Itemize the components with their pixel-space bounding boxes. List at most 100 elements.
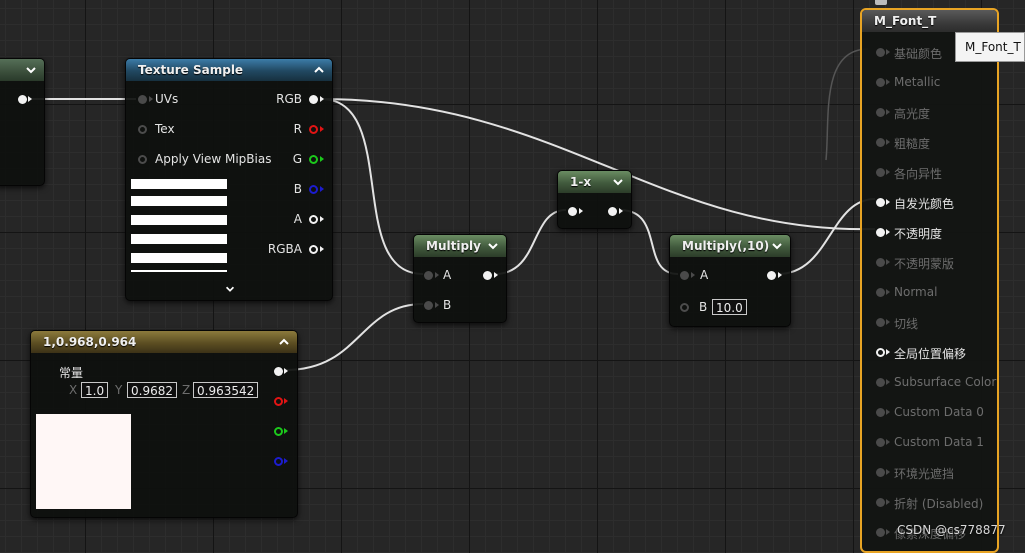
material-input-pin[interactable] bbox=[876, 108, 885, 117]
material-input-label: 切线 bbox=[894, 317, 919, 331]
header-anchor-icon bbox=[875, 0, 887, 5]
chevron-down-icon[interactable] bbox=[611, 175, 625, 189]
material-input-pin-arrow bbox=[886, 529, 890, 535]
output-pin[interactable] bbox=[18, 95, 27, 104]
multiply-10-node[interactable]: Multiply(,10) A B 10.0 bbox=[669, 234, 791, 327]
material-input-pin[interactable] bbox=[876, 48, 885, 57]
output-pin-r[interactable] bbox=[274, 397, 283, 406]
material-input-pin-arrow bbox=[886, 169, 890, 175]
material-input-pin[interactable] bbox=[876, 168, 885, 177]
material-input-pin[interactable] bbox=[876, 228, 885, 237]
x-value-field[interactable]: 1.0 bbox=[81, 382, 109, 398]
material-input-label: 各向异性 bbox=[894, 167, 943, 181]
material-input-pin-arrow bbox=[886, 259, 890, 265]
partial-texcoord-node[interactable] bbox=[0, 58, 45, 186]
chevron-down-icon[interactable] bbox=[770, 239, 784, 253]
material-input-pin-arrow bbox=[886, 439, 890, 445]
output-pin-arrow bbox=[28, 96, 32, 102]
material-input-pin[interactable] bbox=[876, 378, 885, 387]
x-label: X bbox=[69, 383, 78, 397]
input-pin-mipbias[interactable] bbox=[138, 155, 147, 164]
material-input-pin[interactable] bbox=[876, 78, 885, 87]
chevron-down-icon[interactable] bbox=[24, 63, 38, 77]
output-pin-r-arrow bbox=[320, 126, 324, 132]
output-pin[interactable] bbox=[483, 271, 492, 280]
output-pin-b-arrow bbox=[320, 186, 324, 192]
output-label-a: A bbox=[293, 212, 302, 226]
input-pin-a[interactable] bbox=[424, 271, 433, 280]
output-pin-a-arrow bbox=[320, 216, 324, 222]
color-preview-swatch bbox=[36, 414, 131, 509]
chevron-down-icon[interactable] bbox=[486, 239, 500, 253]
output-label-g: G bbox=[292, 152, 302, 166]
material-input-pin[interactable] bbox=[876, 348, 885, 357]
input-pin-uvs[interactable] bbox=[138, 95, 147, 104]
output-label-r: R bbox=[293, 122, 302, 136]
output-pin-rgba[interactable] bbox=[309, 245, 318, 254]
material-input-pin[interactable] bbox=[876, 408, 885, 417]
output-pin-g-arrow bbox=[284, 428, 288, 434]
output-pin-g[interactable] bbox=[274, 427, 283, 436]
output-pin-arrow bbox=[619, 208, 623, 214]
one-minus-node[interactable]: 1-x bbox=[557, 170, 632, 229]
material-input-pin[interactable] bbox=[876, 318, 885, 327]
output-pin-r[interactable] bbox=[309, 125, 318, 134]
material-input-pin[interactable] bbox=[876, 198, 885, 207]
material-input-pin[interactable] bbox=[876, 288, 885, 297]
material-output-node[interactable]: M_Font_T 基础颜色 Metallic 高光度 粗糙度 各向异性 自发光颜色 不透明度… bbox=[860, 8, 999, 553]
z-value-field[interactable]: 0.963542 bbox=[193, 382, 259, 398]
material-input-pin-arrow bbox=[886, 109, 890, 115]
material-input-label: 基础颜色 bbox=[894, 47, 943, 61]
input-label-b: B bbox=[699, 300, 708, 314]
output-pin-a[interactable] bbox=[309, 215, 318, 224]
material-input-pin[interactable] bbox=[876, 498, 885, 507]
material-input-label: Metallic bbox=[894, 75, 941, 89]
node-tooltip: M_Font_T bbox=[955, 32, 1025, 62]
input-pin[interactable] bbox=[568, 207, 577, 216]
input-label-mipbias: Apply View MipBias bbox=[155, 152, 272, 166]
material-input-label: 不透明蒙版 bbox=[894, 257, 955, 271]
input-label-a: A bbox=[700, 268, 709, 282]
output-label-rgba: RGBA bbox=[267, 242, 302, 256]
output-pin-b[interactable] bbox=[274, 457, 283, 466]
material-input-label: 折射 (Disabled) bbox=[894, 497, 984, 511]
material-input-pin[interactable] bbox=[876, 258, 885, 267]
output-pin-rgb-arrow bbox=[284, 368, 288, 374]
wire-const-to-multiply-b bbox=[285, 303, 424, 371]
input-pin-b[interactable] bbox=[424, 301, 433, 310]
b-value-field[interactable]: 10.0 bbox=[712, 299, 747, 315]
input-pin-b[interactable] bbox=[680, 303, 689, 312]
material-input-pin-arrow bbox=[886, 49, 890, 55]
y-label: Y bbox=[115, 383, 123, 397]
multiply-node[interactable]: Multiply A B bbox=[413, 234, 507, 323]
constant3-node[interactable]: 1,0.968,0.964 常量 X 1.0 Y 0.9682 Z 0.9635… bbox=[30, 330, 298, 518]
constant-label: 常量 bbox=[59, 366, 84, 380]
chevron-up-icon[interactable] bbox=[312, 63, 326, 77]
material-input-label: Custom Data 1 bbox=[894, 435, 984, 449]
output-pin-rgb-arrow bbox=[320, 96, 324, 102]
output-pin[interactable] bbox=[608, 207, 617, 216]
material-input-pin[interactable] bbox=[876, 138, 885, 147]
output-pin[interactable] bbox=[767, 271, 776, 280]
input-pin-a[interactable] bbox=[680, 271, 689, 280]
output-pin-rgb[interactable] bbox=[309, 95, 318, 104]
input-label-uvs: UVs bbox=[155, 92, 179, 106]
y-value-field[interactable]: 0.9682 bbox=[127, 382, 177, 398]
chevron-up-icon[interactable] bbox=[277, 335, 291, 349]
material-input-pin[interactable] bbox=[876, 468, 885, 477]
output-pin-rgb[interactable] bbox=[274, 367, 283, 376]
material-input-pin[interactable] bbox=[876, 438, 885, 447]
input-pin-tex[interactable] bbox=[138, 125, 147, 134]
material-input-pin-arrow bbox=[886, 319, 890, 325]
output-pin-g[interactable] bbox=[309, 155, 318, 164]
material-input-pin-arrow bbox=[886, 79, 890, 85]
material-input-label: Normal bbox=[894, 285, 938, 299]
output-pin-b[interactable] bbox=[309, 185, 318, 194]
input-pin-uvs-arrow bbox=[149, 96, 153, 102]
preview-stripe bbox=[131, 215, 227, 225]
expand-chevron-icon[interactable] bbox=[224, 283, 236, 295]
wire-rgb-to-multiply-a bbox=[320, 98, 424, 275]
preview-stripe bbox=[131, 253, 227, 263]
input-label-a: A bbox=[443, 268, 452, 282]
material-input-pin[interactable] bbox=[876, 528, 885, 537]
